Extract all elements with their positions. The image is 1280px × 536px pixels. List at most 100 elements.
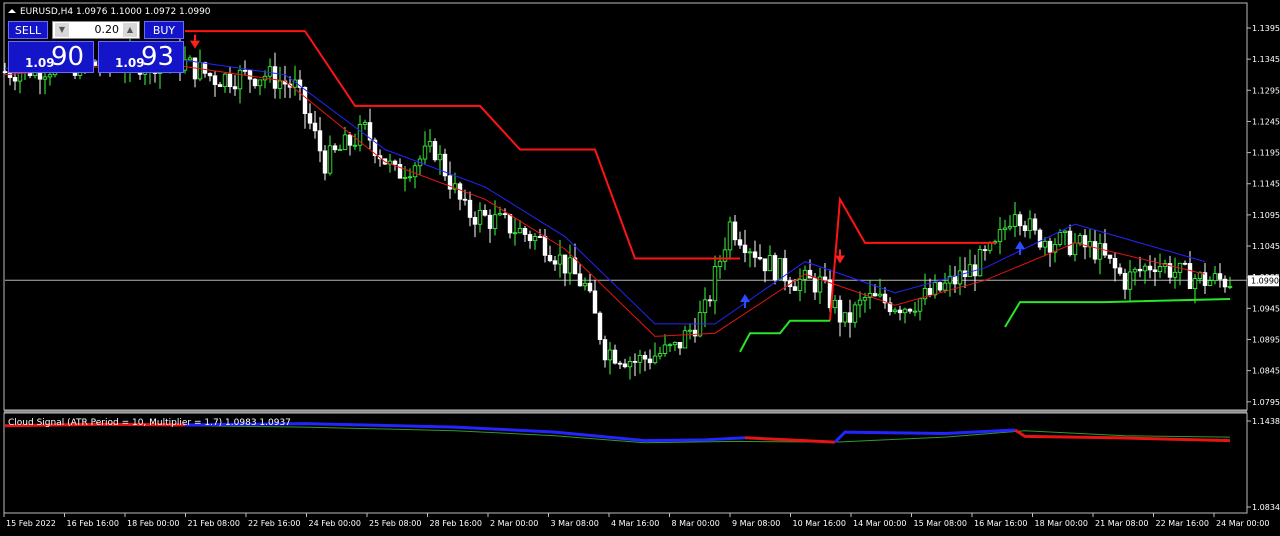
candle-body [837,299,843,323]
trailing-stop-red [185,30,740,260]
candle-body [1207,280,1213,286]
collapse-arrow-icon[interactable] [8,9,16,13]
candle-body [542,236,548,256]
candle-body [1192,278,1198,290]
candle-body [857,299,863,306]
candle-body [942,282,948,291]
candle-body [587,282,593,292]
candle-body [982,249,988,251]
buy-price-button[interactable]: 1.09 93 [98,41,184,73]
time-tick-label: 15 Mar 08:00 [914,519,967,528]
candle-body [657,353,663,357]
candle-body [617,362,623,365]
candle-body [187,57,193,61]
candle-body [1062,230,1068,233]
candle-body [927,288,933,296]
sell-price-button[interactable]: 1.09 90 [8,41,94,73]
ma-blue-line [4,55,1206,325]
candle-body [752,251,758,258]
candle-body [832,299,838,309]
buy-button[interactable]: BUY [144,21,184,39]
trailing-stop-green [1004,298,1231,328]
time-tick-label: 16 Feb 16:00 [67,519,119,528]
time-tick-label: 2 Mar 00:00 [490,519,538,528]
candle-body [592,290,598,314]
one-click-trading-panel: SELL ▼ 0.20 ▲ BUY 1.09 90 1.09 93 [8,21,184,73]
candle-body [1022,225,1028,231]
candle-body [217,84,223,87]
candle-body [412,165,418,178]
candle-body [842,312,848,323]
candle-body [527,234,533,242]
candle-body [272,66,278,89]
price-tick-label: 1.0895 [1252,335,1280,344]
candle-body [1217,273,1223,280]
axes: 1.1395 1.1345 1.1295 1.1245 1.1195 1.1145 1.10… [3,24,1280,528]
time-tick-label: 21 Feb 08:00 [188,519,240,528]
candle-body [987,242,993,251]
candle-body [317,130,323,152]
candle-body [567,257,573,274]
candle-body [702,299,708,314]
candle-body [677,342,683,349]
candle-body [462,198,468,201]
candle-body [392,160,398,165]
candle-body [472,217,478,225]
time-tick-label: 15 Feb 2022 [6,519,56,528]
time-tick-label: 10 Mar 16:00 [793,519,846,528]
price-tick-label: 1.1395 [1252,24,1280,33]
candle-body [247,70,253,80]
candle-body [712,266,718,302]
candle-body [342,134,348,150]
candle-body [1157,266,1163,272]
candle-body [327,145,333,174]
candle-body [1037,229,1043,248]
time-tick-label: 24 Feb 00:00 [309,519,361,528]
candle-body [1007,226,1013,229]
candle-body [872,293,878,297]
time-tick-label: 22 Mar 16:00 [1156,519,1209,528]
candle-body [907,308,913,312]
candle-body [427,141,433,147]
candle-body [1017,214,1023,227]
candle-body [602,339,608,361]
candle-body [737,239,743,246]
candle-body [457,183,463,200]
candle-body [1122,272,1128,290]
candle-body [502,213,508,216]
candle-body [212,75,218,85]
candle-body [647,358,653,364]
candle-body [577,273,583,287]
candle-body [1227,285,1233,288]
candle-body [407,176,413,179]
sell-button[interactable]: SELL [8,21,48,39]
candle-body [402,177,408,179]
candle-body [302,87,308,114]
lot-size-value[interactable]: 0.20 [73,22,120,38]
time-tick-label: 25 Feb 08:00 [369,519,421,528]
price-tick-label: 1.1295 [1252,86,1280,95]
lot-increase-icon[interactable]: ▲ [123,23,137,37]
price-tick-label: 1.0795 [1252,398,1280,407]
candle-body [777,258,783,281]
candle-body [1047,240,1053,253]
time-tick-label: 3 Mar 08:00 [551,519,599,528]
candle-body [1222,278,1228,288]
indicator-label: Cloud Signal (ATR Period = 10, Multiplie… [8,418,291,428]
candle-body [1072,242,1078,256]
candle-body [547,254,553,262]
lot-size-field[interactable]: ▼ 0.20 ▲ [52,21,140,39]
candle-body [1027,218,1033,231]
candle-body [257,79,263,87]
candle-body [1117,267,1123,274]
candle-body [807,269,813,279]
candle-body [512,232,518,235]
candle-body [312,122,318,132]
candle-body [957,270,963,285]
time-tick-label: 4 Mar 16:00 [611,519,659,528]
lot-decrease-icon[interactable]: ▼ [55,23,69,37]
time-tick-label: 9 Mar 08:00 [732,519,780,528]
candle-body [207,72,213,77]
chart-canvas: 1.1395 1.1345 1.1295 1.1245 1.1195 1.1145 1.10… [2,2,1280,528]
sell-signal-arrow-icon [190,40,200,49]
